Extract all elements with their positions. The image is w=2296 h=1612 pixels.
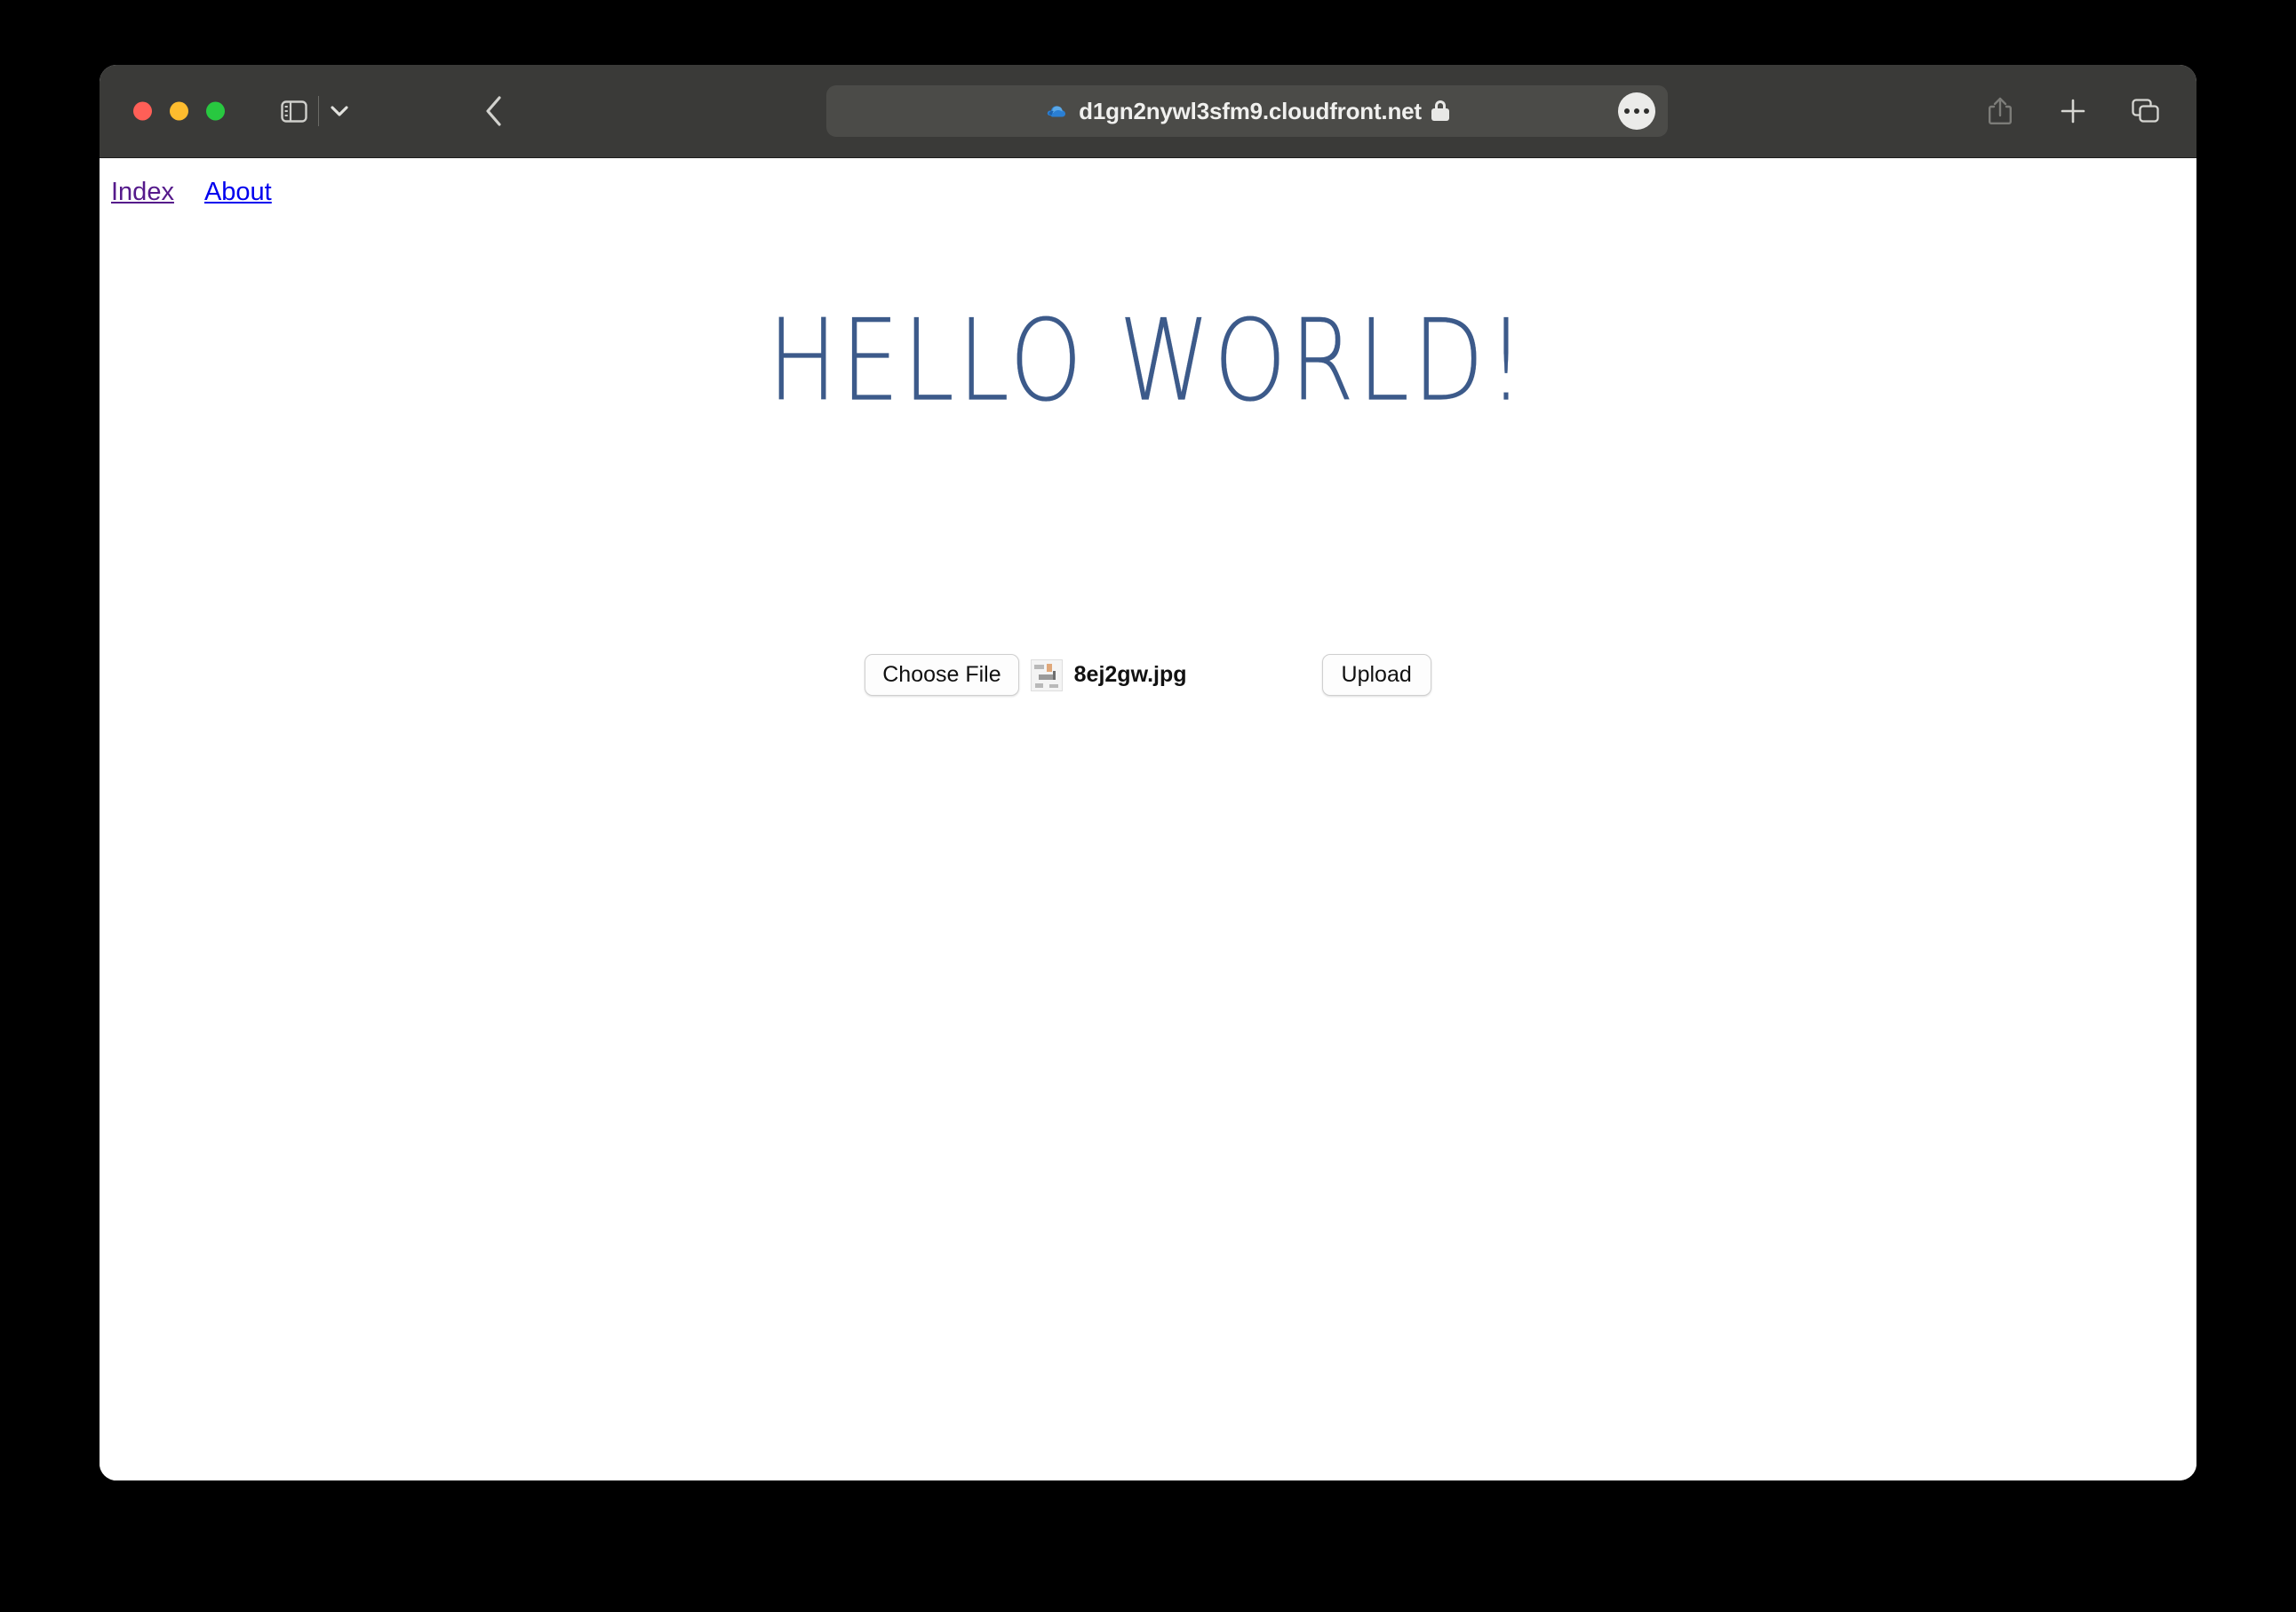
upload-button[interactable]: Upload bbox=[1322, 654, 1431, 696]
new-tab-button[interactable] bbox=[2053, 91, 2093, 132]
page-nav: Index About bbox=[111, 178, 272, 207]
browser-window: d1gn2nywl3sfm9.cloudfront.net bbox=[100, 65, 2196, 1480]
sidebar-toggle-button[interactable] bbox=[274, 91, 315, 132]
share-button[interactable] bbox=[1980, 91, 2021, 132]
image-thumbnail-icon bbox=[1031, 659, 1063, 691]
ellipsis-dot bbox=[1644, 108, 1649, 114]
chevron-left-icon bbox=[484, 95, 504, 127]
sidebar-icon bbox=[281, 100, 307, 123]
minimize-window-button[interactable] bbox=[170, 102, 188, 121]
browser-toolbar: d1gn2nywl3sfm9.cloudfront.net bbox=[100, 65, 2196, 158]
address-bar-url: d1gn2nywl3sfm9.cloudfront.net bbox=[1079, 98, 1422, 125]
maximize-window-button[interactable] bbox=[206, 102, 225, 121]
page-content: Index About HELLO WORLD! Choose File 8ej… bbox=[100, 158, 2196, 1480]
choose-file-button[interactable]: Choose File bbox=[865, 654, 1018, 696]
chevron-down-icon bbox=[330, 105, 349, 117]
cloudfront-cloud-icon bbox=[1045, 100, 1069, 124]
lock-icon bbox=[1431, 100, 1449, 122]
plus-icon bbox=[2059, 97, 2087, 125]
ellipsis-dot bbox=[1624, 108, 1630, 114]
address-bar-content: d1gn2nywl3sfm9.cloudfront.net bbox=[1045, 98, 1449, 125]
share-icon bbox=[1987, 95, 2013, 127]
sidebar-dropdown-button[interactable] bbox=[323, 91, 356, 132]
tab-overview-icon bbox=[2131, 97, 2161, 125]
toolbar-divider bbox=[318, 96, 319, 126]
page-title: HELLO WORLD! bbox=[100, 299, 2196, 423]
window-controls bbox=[133, 102, 225, 121]
selected-file-name: 8ej2gw.jpg bbox=[1074, 662, 1187, 688]
nav-link-index[interactable]: Index bbox=[111, 178, 174, 207]
ellipsis-dot bbox=[1634, 108, 1639, 114]
tab-overview-button[interactable] bbox=[2125, 91, 2166, 132]
address-bar-menu-button[interactable] bbox=[1618, 92, 1655, 130]
back-button[interactable] bbox=[473, 90, 515, 132]
nav-link-about[interactable]: About bbox=[204, 178, 272, 207]
file-input-control[interactable]: Choose File 8ej2gw.jpg bbox=[865, 654, 1186, 696]
address-bar[interactable]: d1gn2nywl3sfm9.cloudfront.net bbox=[826, 85, 1668, 137]
toolbar-right-group bbox=[1980, 91, 2166, 132]
sidebar-controls-group bbox=[274, 91, 356, 132]
close-window-button[interactable] bbox=[133, 102, 152, 121]
upload-form-inner: Choose File 8ej2gw.jpg Upload bbox=[865, 654, 1431, 696]
upload-form: Choose File 8ej2gw.jpg Upload bbox=[100, 654, 2196, 696]
